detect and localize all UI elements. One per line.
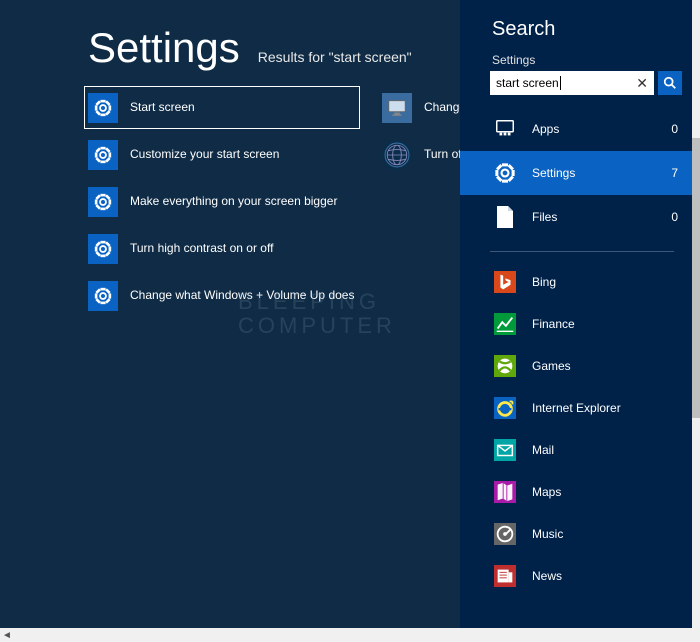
app-label: Finance bbox=[532, 317, 575, 331]
app-label: Mail bbox=[532, 443, 554, 457]
category-count: 0 bbox=[671, 122, 678, 136]
search-app-games[interactable]: Games bbox=[460, 346, 692, 386]
magnifier-icon bbox=[663, 76, 677, 90]
search-context-label: Settings bbox=[460, 47, 692, 71]
results-subtitle: Results for "start screen" bbox=[258, 49, 412, 65]
result-item[interactable]: Start screen bbox=[88, 90, 356, 125]
gear-icon bbox=[88, 187, 118, 217]
result-label: Turn high contrast on or off bbox=[130, 241, 273, 257]
gear-icon bbox=[88, 281, 118, 311]
app-label: Music bbox=[532, 527, 563, 541]
search-value: start screen bbox=[496, 76, 561, 90]
gear-icon bbox=[490, 158, 520, 188]
horizontal-scrollbar[interactable]: ◄ bbox=[0, 628, 700, 642]
vertical-scrollbar[interactable] bbox=[692, 0, 700, 628]
globe-icon bbox=[382, 140, 412, 170]
clear-icon[interactable]: ✕ bbox=[636, 75, 648, 92]
category-label: Settings bbox=[532, 166, 659, 180]
ie-icon bbox=[490, 393, 520, 423]
gear-icon bbox=[88, 234, 118, 264]
bing-icon bbox=[490, 267, 520, 297]
result-label: Make everything on your screen bigger bbox=[130, 194, 337, 210]
search-app-news[interactable]: News bbox=[460, 556, 692, 596]
charm-title: Search bbox=[460, 0, 692, 47]
search-app-bing[interactable]: Bing bbox=[460, 262, 692, 302]
search-app-music[interactable]: Music bbox=[460, 514, 692, 554]
search-charm: Search Settings start screen ✕ Apps 0 Sett… bbox=[460, 0, 692, 628]
app-label: Bing bbox=[532, 275, 556, 289]
result-item[interactable]: Change what Windows + Volume Up does bbox=[88, 278, 356, 313]
music-icon bbox=[490, 519, 520, 549]
search-app-internet-explorer[interactable]: Internet Explorer bbox=[460, 388, 692, 428]
result-item[interactable]: Make everything on your screen bigger bbox=[88, 184, 356, 219]
result-item[interactable]: Customize your start screen bbox=[88, 137, 356, 172]
search-category-files[interactable]: Files 0 bbox=[460, 195, 692, 239]
search-app-finance[interactable]: Finance bbox=[460, 304, 692, 344]
gear-icon bbox=[88, 93, 118, 123]
category-label: Apps bbox=[532, 122, 659, 136]
xbox-icon bbox=[490, 351, 520, 381]
app-label: Internet Explorer bbox=[532, 401, 621, 415]
result-label: Customize your start screen bbox=[130, 147, 279, 163]
gear-icon bbox=[88, 140, 118, 170]
monitor-icon bbox=[382, 93, 412, 123]
result-label: Start screen bbox=[130, 100, 195, 116]
category-label: Files bbox=[532, 210, 659, 224]
maps-icon bbox=[490, 477, 520, 507]
app-label: Maps bbox=[532, 485, 561, 499]
search-input[interactable]: start screen ✕ bbox=[490, 71, 654, 95]
app-label: Games bbox=[532, 359, 571, 373]
page-title: Settings bbox=[88, 24, 240, 72]
category-count: 7 bbox=[671, 166, 678, 180]
search-button[interactable] bbox=[658, 71, 682, 95]
mail-icon bbox=[490, 435, 520, 465]
vertical-scroll-thumb[interactable] bbox=[692, 138, 700, 418]
category-count: 0 bbox=[671, 210, 678, 224]
app-label: News bbox=[532, 569, 562, 583]
chart-icon bbox=[490, 309, 520, 339]
apps-icon bbox=[490, 114, 520, 144]
search-app-maps[interactable]: Maps bbox=[460, 472, 692, 512]
search-category-settings[interactable]: Settings 7 bbox=[460, 151, 692, 195]
result-label: Change what Windows + Volume Up does bbox=[130, 288, 354, 304]
result-item[interactable]: Turn high contrast on or off bbox=[88, 231, 356, 266]
search-category-apps[interactable]: Apps 0 bbox=[460, 107, 692, 151]
divider bbox=[490, 251, 674, 252]
file-icon bbox=[490, 202, 520, 232]
news-icon bbox=[490, 561, 520, 591]
search-app-mail[interactable]: Mail bbox=[460, 430, 692, 470]
scroll-left-button[interactable]: ◄ bbox=[0, 628, 14, 642]
